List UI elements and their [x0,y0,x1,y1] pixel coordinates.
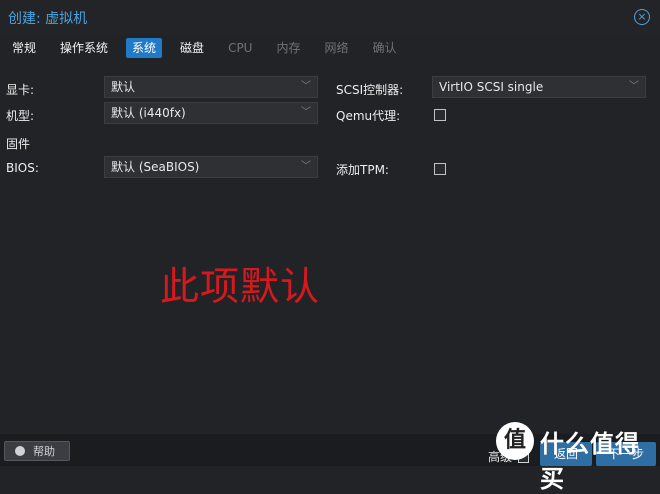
chevron-down-icon: ﹀ [301,107,311,118]
title-bar: 创建: 虚拟机 × [0,0,660,34]
tab-network: 网络 [324,41,349,55]
machine-select[interactable]: 默认 (i440fx) ﹀ [104,102,318,124]
qemu-agent-label: Qemu代理: [336,109,401,123]
tab-confirm: 确认 [372,41,397,55]
bios-select[interactable]: 默认 (SeaBIOS) ﹀ [104,156,318,178]
machine-value: 默认 (i440fx) [111,106,186,120]
scsi-label: SCSI控制器: [336,83,404,97]
graphics-value: 默认 [111,80,136,94]
row-graphics: 显卡: 默认 ﹀ SCSI控制器: VirtIO SCSI single ﹀ [0,76,660,100]
tpm-checkbox[interactable] [434,163,446,175]
bios-value: 默认 (SeaBIOS) [111,160,200,174]
row-machine: 机型: 默认 (i440fx) ﹀ Qemu代理: [0,102,660,126]
chevron-down-icon: ﹀ [629,81,639,92]
help-circle-icon [15,446,25,456]
watermark-logo-icon: 值 [496,422,534,460]
tab-os[interactable]: 操作系统 [54,38,114,58]
close-icon[interactable]: × [634,9,650,25]
watermark: 值 什么值得买 [496,420,656,493]
tab-cpu: CPU [228,41,253,55]
chevron-down-icon: ﹀ [301,161,311,172]
window-title: 创建: 虚拟机 [8,11,88,27]
scsi-select[interactable]: VirtIO SCSI single ﹀ [432,76,646,98]
qemu-agent-checkbox[interactable] [434,109,446,121]
help-label: 帮助 [33,445,55,458]
chevron-down-icon: ﹀ [301,81,311,92]
tab-system[interactable]: 系统 [126,38,163,58]
scsi-value: VirtIO SCSI single [439,80,544,94]
firmware-label: 固件 [6,137,31,151]
annotation-text: 此项默认 [160,265,321,310]
machine-label: 机型: [6,109,35,123]
bios-label: BIOS: [6,161,39,175]
tab-disk[interactable]: 磁盘 [174,38,210,58]
tpm-label: 添加TPM: [336,163,389,177]
watermark-text: 什么值得买 [540,430,640,493]
graphics-select[interactable]: 默认 ﹀ [104,76,318,98]
graphics-label: 显卡: [6,83,35,97]
tab-memory: 内存 [276,41,301,55]
tab-bar: 常规 操作系统 系统 磁盘 CPU 内存 网络 确认 [0,38,409,60]
row-bios: BIOS: 默认 (SeaBIOS) ﹀ 添加TPM: [0,156,660,180]
help-button[interactable]: 帮助 [4,441,70,461]
tab-general[interactable]: 常规 [6,38,42,58]
row-firmware: 固件 [0,130,660,154]
